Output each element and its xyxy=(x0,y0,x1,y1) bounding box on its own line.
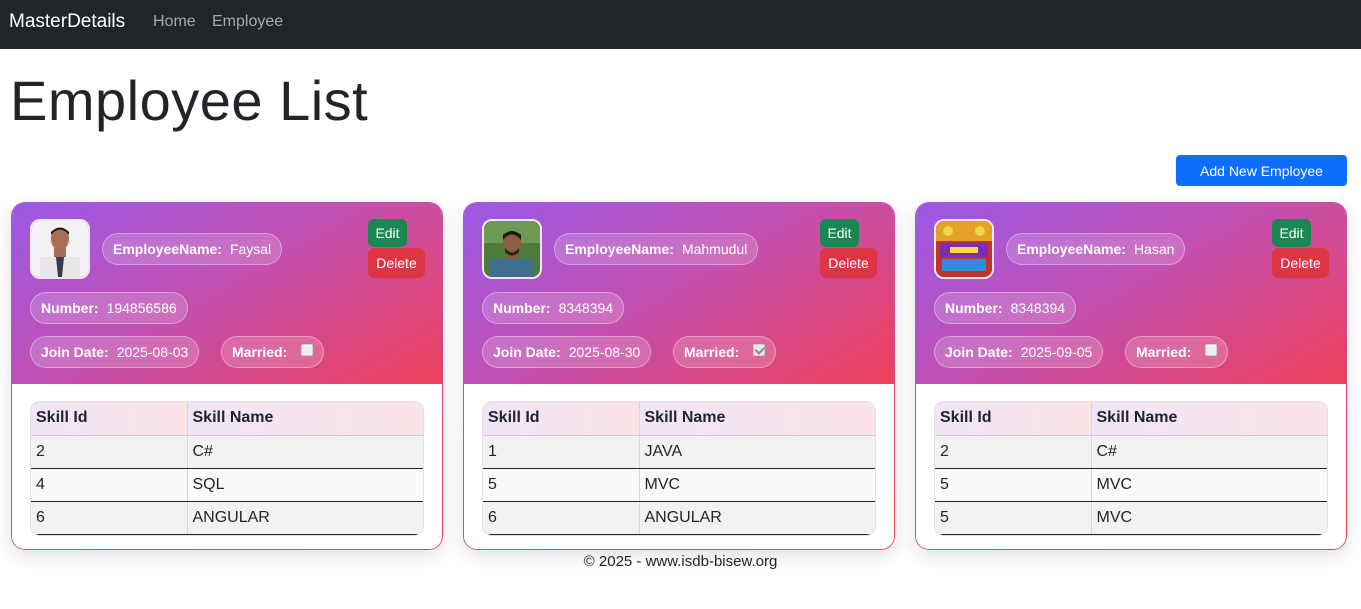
employee-name-label: EmployeeName: xyxy=(113,241,222,257)
table-row: 6 ANGULAR xyxy=(31,501,423,535)
skill-id-cell: 6 xyxy=(483,501,640,535)
married-pill: Married: xyxy=(221,336,325,368)
skill-name-cell: MVC xyxy=(639,468,875,502)
skill-name-cell: ANGULAR xyxy=(639,501,875,535)
skill-name-cell: SQL xyxy=(187,468,423,502)
table-row: 5 MVC xyxy=(483,468,875,502)
table-row: 5 MVC xyxy=(935,501,1327,535)
skill-id-cell: 5 xyxy=(935,501,1092,535)
skill-id-header: Skill Id xyxy=(483,402,640,436)
table-row: 6 ANGULAR xyxy=(483,501,875,535)
skill-id-cell: 2 xyxy=(935,435,1092,469)
number-label: Number: xyxy=(41,300,99,316)
employee-avatar xyxy=(934,219,994,279)
delete-button[interactable]: Delete xyxy=(820,248,877,278)
employee-card: EmployeeName: Hasan Edit Delete Number: … xyxy=(915,202,1347,550)
employee-name-pill: EmployeeName: Mahmudul xyxy=(554,233,759,265)
skill-id-header: Skill Id xyxy=(31,402,188,436)
married-checkbox[interactable] xyxy=(301,344,314,356)
join-date-label: Join Date: xyxy=(493,344,561,360)
delete-button[interactable]: Delete xyxy=(1272,248,1329,278)
navbar: MasterDetails Home Employee xyxy=(0,0,1361,49)
join-date-value: 2025-08-03 xyxy=(116,344,189,360)
number-label: Number: xyxy=(493,300,551,316)
married-label: Married: xyxy=(1136,344,1192,360)
edit-button[interactable]: Edit xyxy=(368,219,407,247)
skill-id-header: Skill Id xyxy=(935,402,1092,436)
employee-name-pill: EmployeeName: Hasan xyxy=(1006,233,1186,265)
table-row: 5 MVC xyxy=(935,468,1327,502)
skills-table: Skill Id Skill Name 2 C# 4 SQL 6 ANGULAR xyxy=(30,401,424,536)
skill-id-cell: 6 xyxy=(31,501,188,535)
skill-id-cell: 4 xyxy=(31,468,188,502)
employee-card-body: Skill Id Skill Name 1 JAVA 5 MVC 6 ANGUL… xyxy=(464,384,894,549)
number-pill: Number: 8348394 xyxy=(482,292,625,324)
table-row: 2 C# xyxy=(31,435,423,469)
skill-id-cell: 2 xyxy=(31,435,188,469)
skill-name-cell: JAVA xyxy=(639,435,875,469)
add-new-employee-button[interactable]: Add New Employee xyxy=(1176,155,1347,186)
skill-id-cell: 5 xyxy=(483,468,640,502)
employee-name-label: EmployeeName: xyxy=(1017,241,1126,257)
employee-name-pill: EmployeeName: Faysal xyxy=(102,233,283,265)
employee-card-header: EmployeeName: Hasan Edit Delete Number: … xyxy=(916,203,1346,384)
number-pill: Number: 194856586 xyxy=(30,292,188,324)
married-label: Married: xyxy=(232,344,288,360)
employee-avatar xyxy=(482,219,542,279)
skill-name-cell: MVC xyxy=(1091,501,1327,535)
page-title: Employee List xyxy=(10,69,369,132)
employee-name-value: Mahmudul xyxy=(681,241,748,257)
employee-name-label: EmployeeName: xyxy=(565,241,674,257)
employee-card: EmployeeName: Faysal Edit Delete Number:… xyxy=(11,202,443,550)
employee-card-body: Skill Id Skill Name 2 C# 5 MVC 5 MVC xyxy=(916,384,1346,549)
join-date-pill: Join Date: 2025-08-03 xyxy=(30,336,200,368)
skill-id-cell: 1 xyxy=(483,435,640,469)
married-checkbox[interactable] xyxy=(753,344,766,356)
table-row: 1 JAVA xyxy=(483,435,875,469)
skill-name-cell: MVC xyxy=(1091,468,1327,502)
number-label: Number: xyxy=(945,300,1003,316)
skills-table: Skill Id Skill Name 1 JAVA 5 MVC 6 ANGUL… xyxy=(482,401,876,536)
join-date-label: Join Date: xyxy=(945,344,1013,360)
skills-table: Skill Id Skill Name 2 C# 5 MVC 5 MVC xyxy=(934,401,1328,536)
join-date-label: Join Date: xyxy=(41,344,109,360)
skill-id-cell: 5 xyxy=(935,468,1092,502)
employee-name-value: Hasan xyxy=(1133,241,1175,257)
footer-copyright: © 2025 - www.isdb-bisew.org xyxy=(583,553,778,570)
skill-name-cell: C# xyxy=(187,435,423,469)
skill-name-cell: C# xyxy=(1091,435,1327,469)
number-value: 194856586 xyxy=(106,300,177,316)
skill-name-cell: ANGULAR xyxy=(187,501,423,535)
join-date-pill: Join Date: 2025-09-05 xyxy=(934,336,1104,368)
navbar-brand[interactable]: MasterDetails xyxy=(9,11,125,33)
edit-button[interactable]: Edit xyxy=(820,219,859,247)
married-checkbox[interactable] xyxy=(1205,344,1218,356)
employee-avatar xyxy=(30,219,90,279)
edit-button[interactable]: Edit xyxy=(1272,219,1311,247)
number-pill: Number: 8348394 xyxy=(934,292,1077,324)
married-pill: Married: xyxy=(673,336,777,368)
employee-card-header: EmployeeName: Faysal Edit Delete Number:… xyxy=(12,203,442,384)
nav-link-employee[interactable]: Employee xyxy=(212,13,283,31)
employee-card: EmployeeName: Mahmudul Edit Delete Numbe… xyxy=(463,202,895,550)
join-date-value: 2025-08-30 xyxy=(568,344,641,360)
employee-card-header: EmployeeName: Mahmudul Edit Delete Numbe… xyxy=(464,203,894,384)
table-row: 4 SQL xyxy=(31,468,423,502)
skill-name-header: Skill Name xyxy=(1091,402,1327,436)
married-pill: Married: xyxy=(1125,336,1229,368)
employee-name-value: Faysal xyxy=(229,241,272,257)
married-label: Married: xyxy=(684,344,740,360)
table-row: 2 C# xyxy=(935,435,1327,469)
join-date-pill: Join Date: 2025-08-30 xyxy=(482,336,652,368)
delete-button[interactable]: Delete xyxy=(368,248,425,278)
nav-link-home[interactable]: Home xyxy=(153,13,196,31)
number-value: 8348394 xyxy=(1010,300,1066,316)
join-date-value: 2025-09-05 xyxy=(1020,344,1093,360)
skill-name-header: Skill Name xyxy=(639,402,875,436)
skill-name-header: Skill Name xyxy=(187,402,423,436)
employee-card-body: Skill Id Skill Name 2 C# 4 SQL 6 ANGULAR xyxy=(12,384,442,549)
number-value: 8348394 xyxy=(558,300,614,316)
